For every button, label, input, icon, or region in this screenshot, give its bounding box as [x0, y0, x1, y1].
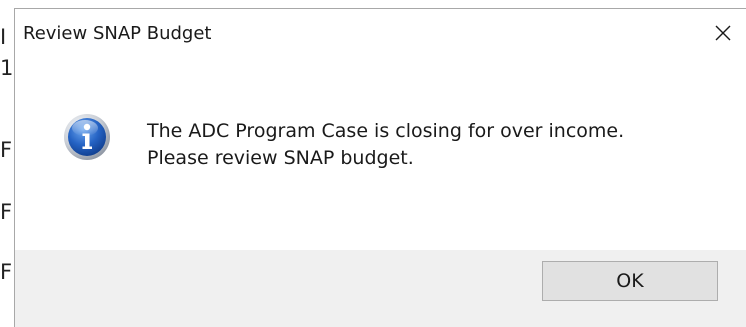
- dialog-message: The ADC Program Case is closing for over…: [147, 118, 624, 172]
- background-glyph: I: [0, 25, 7, 49]
- dialog-titlebar[interactable]: Review SNAP Budget: [15, 9, 746, 57]
- message-line: Please review SNAP budget.: [147, 147, 414, 169]
- background-glyph: F: [0, 260, 13, 284]
- background-window-edge: I 1 F F F: [0, 0, 14, 327]
- close-button[interactable]: [700, 9, 746, 57]
- message-line: The ADC Program Case is closing for over…: [147, 120, 625, 142]
- background-glyph: F: [0, 200, 13, 224]
- info-icon: [64, 114, 110, 160]
- dialog-title: Review SNAP Budget: [23, 23, 212, 44]
- dialog-footer: OK: [15, 250, 746, 327]
- ok-button[interactable]: OK: [542, 261, 718, 301]
- screen: I 1 F F F Review SNAP Budget The ADC Pro…: [0, 0, 746, 327]
- message-dialog: Review SNAP Budget The ADC Program Case …: [14, 8, 746, 327]
- close-icon: [715, 25, 731, 41]
- background-glyph: 1: [0, 56, 14, 80]
- dialog-content: The ADC Program Case is closing for over…: [15, 57, 746, 202]
- background-glyph: F: [0, 138, 13, 162]
